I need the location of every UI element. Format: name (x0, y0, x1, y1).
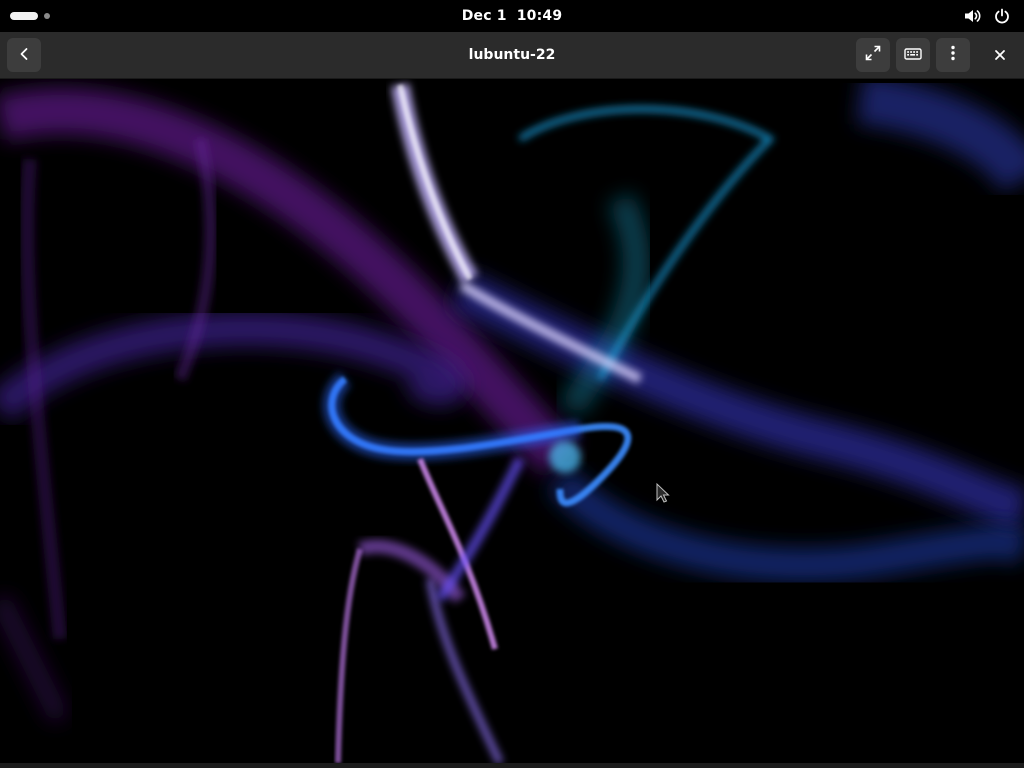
back-icon (17, 46, 31, 65)
remote-desktop-view[interactable] (0, 79, 1024, 763)
menu-dots-icon (950, 45, 956, 65)
clock-time: 10:49 (516, 8, 563, 24)
date-time-menu[interactable]: Dec 1 10:49 (422, 0, 602, 32)
window-headerbar: lubuntu-22 (0, 32, 1024, 79)
workspace-active-pill (10, 12, 38, 20)
volume-icon (964, 8, 982, 24)
close-icon (994, 46, 1006, 65)
viewer-bottom-edge (0, 763, 1024, 768)
top-bar: Dec 1 10:49 (0, 0, 1024, 32)
keyboard-icon (904, 46, 922, 65)
close-button[interactable] (983, 38, 1017, 72)
keyboard-button[interactable] (896, 38, 930, 72)
wallpaper-image (0, 79, 1024, 763)
clock-date: Dec 1 (461, 8, 507, 24)
menu-button[interactable] (936, 38, 970, 72)
system-tray[interactable] (964, 0, 1010, 32)
window-title: lubuntu-22 (468, 47, 556, 63)
workspace-dot (44, 13, 50, 19)
power-icon (994, 8, 1010, 24)
activities-indicator[interactable] (10, 8, 50, 24)
fullscreen-icon (865, 45, 881, 65)
fullscreen-button[interactable] (856, 38, 890, 72)
back-button[interactable] (7, 38, 41, 72)
